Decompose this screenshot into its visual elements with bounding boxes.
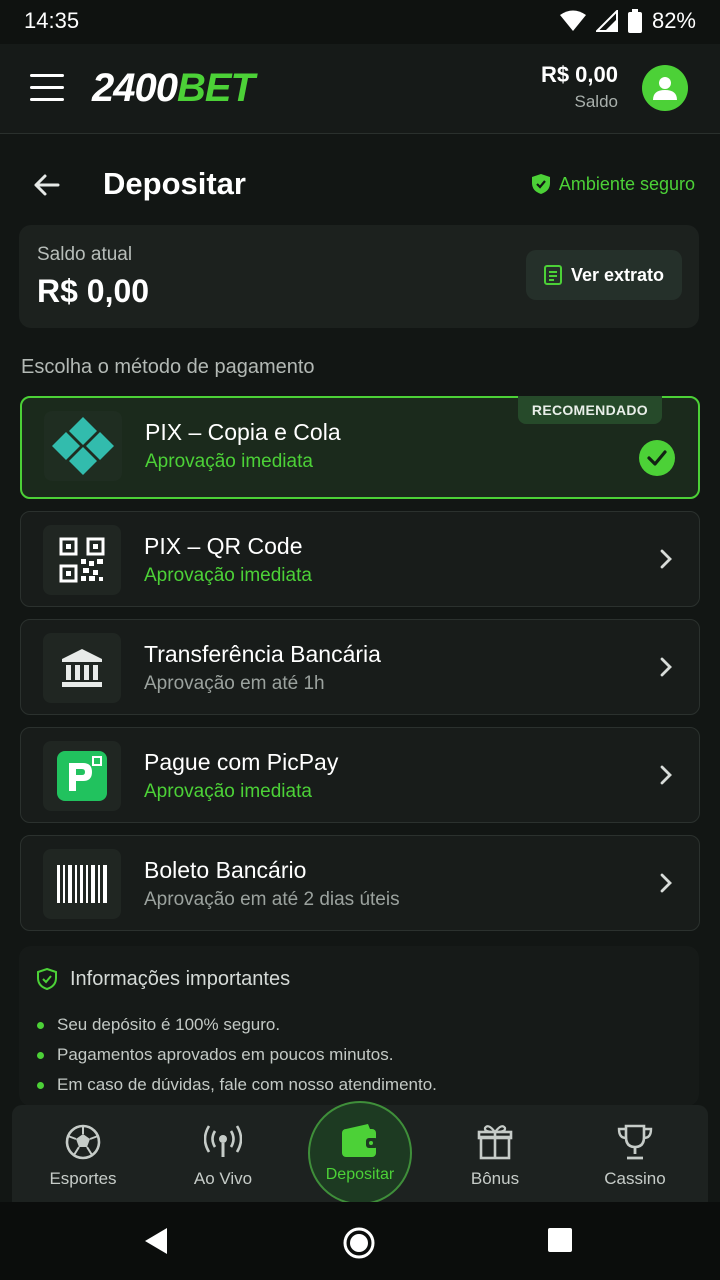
- app-header: 2400BET R$ 0,00 Saldo: [0, 44, 720, 134]
- logo-text-green: BET: [176, 66, 255, 110]
- info-text: Em caso de dúvidas, fale com nosso atend…: [57, 1075, 437, 1094]
- hamburger-menu-icon[interactable]: [30, 74, 64, 102]
- payment-method-pix-copy-paste[interactable]: RECOMENDADO PIX – Copia e Cola Aprovação…: [20, 396, 700, 499]
- chevron-right-icon: [660, 549, 672, 569]
- payment-method-title: Boleto Bancário: [144, 857, 307, 883]
- current-balance-label: Saldo atual: [37, 244, 133, 265]
- payment-method-subtitle: Aprovação imediata: [144, 781, 312, 802]
- important-info-title: Informações importantes: [70, 968, 291, 990]
- payment-method-picpay[interactable]: Pague com PicPay Aprovação imediata: [20, 727, 700, 823]
- bank-icon: [43, 633, 121, 703]
- trophy-icon: [617, 1124, 653, 1160]
- live-broadcast-icon: [204, 1125, 242, 1157]
- pix-icon: [44, 411, 122, 481]
- chevron-right-icon: [660, 657, 672, 677]
- payment-method-subtitle: Aprovação em até 1h: [144, 673, 325, 694]
- list-item: Pagamentos aprovados em poucos minutos.: [37, 1040, 437, 1070]
- info-text: Pagamentos aprovados em poucos minutos.: [57, 1045, 394, 1064]
- info-text: Seu depósito é 100% seguro.: [57, 1015, 281, 1034]
- battery-level: 82%: [651, 8, 696, 33]
- nav-item-deposit[interactable]: Depositar: [308, 1101, 412, 1205]
- barcode-icon: [43, 849, 121, 919]
- payment-method-subtitle: Aprovação em até 2 dias úteis: [144, 889, 400, 910]
- current-balance-value: R$ 0,00: [37, 273, 150, 309]
- payment-method-boleto[interactable]: Boleto Bancário Aprovação em até 2 dias …: [20, 835, 700, 931]
- payment-method-title: PIX – Copia e Cola: [145, 419, 341, 445]
- gift-icon: [477, 1125, 513, 1160]
- user-avatar-icon[interactable]: [642, 65, 688, 111]
- view-statement-label: Ver extrato: [570, 264, 665, 285]
- shield-check-icon: [37, 968, 57, 990]
- view-statement-button[interactable]: Ver extrato: [526, 250, 682, 300]
- payment-method-section-label: Escolha o método de pagamento: [21, 356, 315, 378]
- wifi-icon: [559, 10, 586, 31]
- payment-method-title: Transferência Bancária: [144, 641, 381, 667]
- document-icon: [543, 265, 562, 285]
- logo-text-white: 2400: [92, 66, 178, 110]
- wallet-icon: [342, 1124, 378, 1157]
- nav-item-bonus[interactable]: Bônus: [425, 1105, 565, 1202]
- nav-label: Cassino: [604, 1169, 666, 1188]
- brand-logo[interactable]: 2400BET: [92, 66, 255, 111]
- nav-item-live[interactable]: Ao Vivo: [153, 1105, 293, 1202]
- bottom-navigation: Esportes Ao Vivo Depositar Bônus Cassino: [12, 1101, 708, 1205]
- payment-method-subtitle: Aprovação imediata: [144, 565, 312, 586]
- system-navigation-bar: [0, 1202, 720, 1280]
- nav-item-casino[interactable]: Cassino: [565, 1105, 705, 1202]
- battery-icon: [627, 9, 642, 33]
- payment-method-title: PIX – QR Code: [144, 533, 303, 559]
- nav-label: Bônus: [470, 1169, 520, 1188]
- important-info-card: Informações importantes Seu depósito é 1…: [19, 946, 699, 1106]
- system-home-icon[interactable]: [342, 1226, 376, 1260]
- status-bar: 14:35 82%: [0, 0, 720, 44]
- important-info-list: Seu depósito é 100% seguro. Pagamentos a…: [37, 1010, 437, 1100]
- secure-environment-indicator: Ambiente seguro: [531, 173, 695, 195]
- payment-method-bank-transfer[interactable]: Transferência Bancária Aprovação em até …: [20, 619, 700, 715]
- header-balance-label: Saldo: [574, 92, 618, 111]
- list-item: Seu depósito é 100% seguro.: [37, 1010, 437, 1040]
- current-balance-card: Saldo atual R$ 0,00 Ver extrato: [19, 225, 699, 328]
- nav-item-sports[interactable]: Esportes: [13, 1105, 153, 1202]
- chevron-right-icon: [660, 765, 672, 785]
- list-item: Em caso de dúvidas, fale com nosso atend…: [37, 1070, 437, 1100]
- status-icons: 82%: [559, 8, 696, 34]
- system-back-icon[interactable]: [143, 1226, 169, 1256]
- chevron-right-icon: [660, 873, 672, 893]
- page-title: Depositar: [103, 166, 246, 201]
- nav-label: Depositar: [325, 1166, 395, 1183]
- status-time: 14:35: [24, 8, 80, 33]
- back-arrow-icon[interactable]: [30, 168, 64, 202]
- selected-check-icon: [639, 440, 675, 476]
- picpay-icon: [43, 741, 121, 811]
- signal-icon: [595, 10, 618, 32]
- nav-label: Ao Vivo: [193, 1169, 253, 1188]
- shield-check-icon: [531, 174, 550, 194]
- recommended-badge: RECOMENDADO: [517, 396, 662, 424]
- soccer-ball-icon: [65, 1124, 101, 1160]
- payment-method-subtitle: Aprovação imediata: [145, 451, 313, 472]
- payment-method-pix-qr[interactable]: PIX – QR Code Aprovação imediata: [20, 511, 700, 607]
- nav-label: Esportes: [49, 1169, 117, 1188]
- system-recents-icon[interactable]: [547, 1226, 573, 1254]
- header-balance[interactable]: R$ 0,00 Saldo: [541, 62, 618, 112]
- secure-label: Ambiente seguro: [558, 173, 695, 194]
- header-balance-amount: R$ 0,00: [540, 62, 618, 87]
- payment-method-title: Pague com PicPay: [144, 749, 339, 775]
- qr-code-icon: [43, 525, 121, 595]
